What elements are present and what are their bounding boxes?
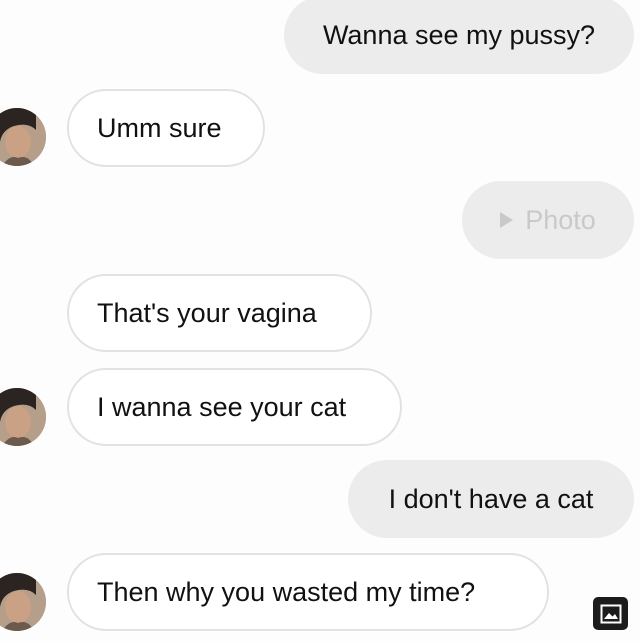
play-icon <box>500 212 514 228</box>
message-outgoing[interactable]: I don't have a cat <box>348 460 634 538</box>
message-outgoing[interactable]: Wanna see my pussy? <box>284 0 634 74</box>
message-text: Umm sure <box>97 112 222 143</box>
message-text: I don't have a cat <box>388 483 594 514</box>
avatar[interactable] <box>0 108 46 166</box>
message-incoming[interactable]: I wanna see your cat <box>67 368 402 446</box>
message-text: That's your vagina <box>97 297 317 328</box>
message-text: Wanna see my pussy? <box>322 19 596 50</box>
message-text: Photo <box>525 204 596 235</box>
image-icon[interactable] <box>593 597 628 630</box>
message-incoming[interactable]: Then why you wasted my time? <box>67 553 549 631</box>
message-incoming[interactable]: That's your vagina <box>67 274 372 352</box>
message-incoming[interactable]: Umm sure <box>67 89 265 167</box>
message-text: I wanna see your cat <box>97 391 347 422</box>
avatar[interactable] <box>0 388 46 446</box>
message-outgoing-photo[interactable]: Photo <box>462 181 634 259</box>
avatar[interactable] <box>0 573 46 631</box>
message-text: Then why you wasted my time? <box>97 576 476 607</box>
chat-thread: Wanna see my pussy? Umm sure Photo That'… <box>0 0 640 641</box>
